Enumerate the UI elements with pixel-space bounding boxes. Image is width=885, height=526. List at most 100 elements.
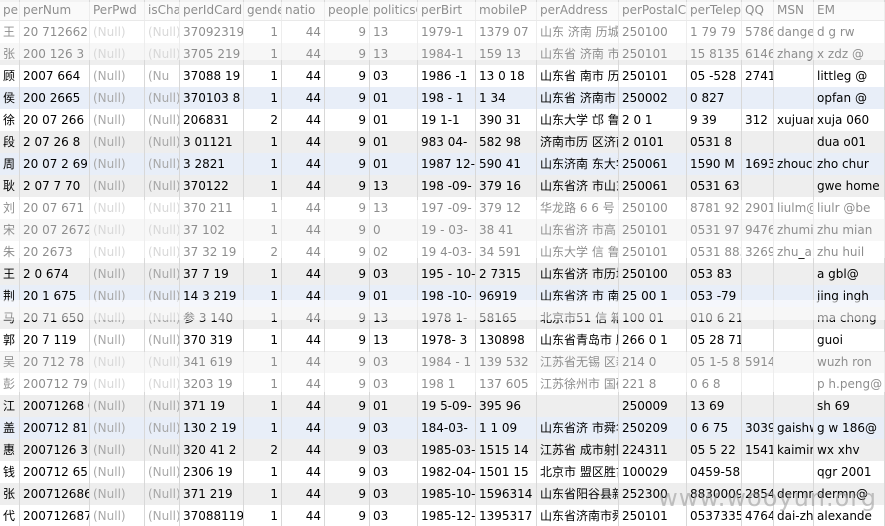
table-cell[interactable]: 江苏省无锡 区新 (537, 351, 619, 373)
table-cell[interactable]: 0 (370, 219, 418, 241)
table-cell[interactable]: 130 2 19 (180, 417, 244, 439)
table-cell[interactable]: 9 (325, 285, 370, 307)
table-cell[interactable]: 山东省阳谷县新华 (537, 483, 619, 505)
table-cell[interactable]: 370103 8 (180, 87, 244, 109)
table-cell[interactable] (742, 285, 774, 307)
table-cell[interactable]: (Null) (90, 439, 145, 461)
table-cell[interactable]: 44 (282, 175, 325, 197)
table-cell[interactable]: xujuan (774, 109, 814, 131)
table-cell[interactable]: 198 -09- (418, 175, 476, 197)
table-cell[interactable]: (Null) (90, 65, 145, 87)
table-row[interactable]: 钱 200712 65 (Null) (Null) 2306 19 1 44 9 03 1982-… (0, 461, 885, 483)
table-cell[interactable]: 1 (244, 131, 282, 153)
table-cell[interactable]: 1 (244, 373, 282, 395)
table-cell[interactable]: 1 (244, 43, 282, 65)
table-cell[interactable]: 1 34 (476, 87, 537, 109)
table-cell[interactable]: (Null) (90, 43, 145, 65)
column-header[interactable]: isCha (145, 0, 180, 20)
table-cell[interactable]: 2901 (742, 197, 774, 219)
table-cell[interactable]: 44 (282, 461, 325, 483)
table-cell[interactable]: (Null) (90, 505, 145, 526)
table-cell[interactable]: 马 (0, 307, 20, 329)
table-cell[interactable]: 44 (282, 417, 325, 439)
table-cell[interactable]: 9 (325, 153, 370, 175)
table-cell[interactable]: 34 591 (476, 241, 537, 263)
table-cell[interactable]: 段 (0, 131, 20, 153)
table-row[interactable]: 侯 200 2665 (Null) (Null) 370103 8 1 44 9 01 198 -… (0, 87, 885, 109)
table-cell[interactable]: 9 (325, 21, 370, 43)
table-cell[interactable]: d g rw (814, 21, 885, 43)
table-cell[interactable]: 20 1 675 (20, 285, 90, 307)
table-cell[interactable]: 13 (370, 43, 418, 65)
column-header[interactable]: perTelep (687, 0, 742, 20)
table-cell[interactable]: 1 (244, 21, 282, 43)
table-cell[interactable]: 053 -79 (687, 285, 742, 307)
table-cell[interactable]: 05 28 71 (687, 329, 742, 351)
table-cell[interactable] (774, 87, 814, 109)
table-cell[interactable]: (Null) (90, 21, 145, 43)
table-cell[interactable]: (Null) (90, 307, 145, 329)
table-cell[interactable] (774, 285, 814, 307)
table-cell[interactable]: 13 (370, 21, 418, 43)
table-cell[interactable]: 250101 (619, 219, 687, 241)
table-cell[interactable]: 0531 63 (687, 175, 742, 197)
table-cell[interactable]: 01 (370, 153, 418, 175)
table-cell[interactable]: 184-03- (418, 417, 476, 439)
table-cell[interactable]: 44 (282, 109, 325, 131)
table-cell[interactable]: 9 39 (687, 109, 742, 131)
table-cell[interactable]: gwe home (814, 175, 885, 197)
table-cell[interactable]: dua o01 (814, 131, 885, 153)
table-cell[interactable]: 44 (282, 483, 325, 505)
column-header[interactable]: peopleI (325, 0, 370, 20)
table-row[interactable]: 荆 20 1 675 (Null) (Null) 14 3 219 1 44 9 01 198 -… (0, 285, 885, 307)
table-row[interactable]: 张 200 126 3 (Null) (Null) 3705 219 1 44 9 13 1984… (0, 43, 885, 65)
table-cell[interactable] (774, 175, 814, 197)
table-cell[interactable]: 01 (370, 109, 418, 131)
table-cell[interactable]: 197 -09- (418, 197, 476, 219)
table-row[interactable]: 耿2 07 7 70 (Null) (Null) 370122 1 44 9 13 198 -0… (0, 175, 885, 197)
table-cell[interactable]: x zdz @ (814, 43, 885, 65)
table-cell[interactable] (774, 373, 814, 395)
table-cell[interactable]: 2306 19 (180, 461, 244, 483)
column-header[interactable]: perPostalC (619, 0, 687, 20)
table-cell[interactable]: (Null) (90, 395, 145, 417)
table-cell[interactable]: 1 (244, 417, 282, 439)
table-cell[interactable]: 北京市51 信 箱 (537, 307, 619, 329)
table-cell[interactable]: 01 (370, 395, 418, 417)
table-cell[interactable]: 139 532 (476, 351, 537, 373)
table-cell[interactable]: 15 8135 (687, 43, 742, 65)
table-cell[interactable]: 9 (325, 241, 370, 263)
table-cell[interactable]: 9 (325, 43, 370, 65)
table-cell[interactable]: 20071268 0 (20, 395, 90, 417)
table-cell[interactable]: (Null) (145, 483, 180, 505)
table-cell[interactable]: 05 -528 (687, 65, 742, 87)
table-row[interactable]: 宋 20 07 2672 (Null) (Null) 37 102 1 44 9 0 19 - 0… (0, 219, 885, 241)
table-cell[interactable]: (Null) (145, 285, 180, 307)
table-cell[interactable]: 山东省济 市 南 (537, 285, 619, 307)
table-cell[interactable]: 1501 15 (476, 461, 537, 483)
table-row[interactable]: 朱 20 2673 (Null) (Null) 37 32 19 2 44 9 02 19 4-0… (0, 241, 885, 263)
table-cell[interactable]: 彭 (0, 373, 20, 395)
table-cell[interactable]: 1 (244, 285, 282, 307)
table-cell[interactable]: 37088 19 (180, 65, 244, 87)
column-header[interactable]: natio (282, 0, 325, 20)
table-cell[interactable]: 1693 (742, 153, 774, 175)
table-cell[interactable]: 14 3 219 (180, 285, 244, 307)
table-cell[interactable]: 顾 (0, 65, 20, 87)
table-row[interactable]: 刘 20 07 671 (Null) (Null) 370 211 1 44 9 13 197 -… (0, 197, 885, 219)
table-cell[interactable]: 2007 664 (20, 65, 90, 87)
table-cell[interactable]: (Null) (145, 263, 180, 285)
table-cell[interactable]: 9 (325, 395, 370, 417)
table-cell[interactable]: 02 (370, 241, 418, 263)
table-cell[interactable]: 9 (325, 483, 370, 505)
table-cell[interactable]: 2741 (742, 65, 774, 87)
table-row[interactable]: 段2 07 26 8 (Null) (Null) 3 01121 1 44 9 01 983 0… (0, 131, 885, 153)
table-cell[interactable]: 44 (282, 395, 325, 417)
table-cell[interactable]: 19 1-1 (418, 109, 476, 131)
table-cell[interactable]: 2 0 674 (20, 263, 90, 285)
table-row[interactable]: 马 20 71 650 (Null) (Null) 参 3 140 1 44 9 13 1978 … (0, 307, 885, 329)
table-cell[interactable]: sh 69 (814, 395, 885, 417)
table-row[interactable]: 王2 0 674 (Null) (Null) 37 7 19 1 44 9 03 195 - 1… (0, 263, 885, 285)
column-header[interactable]: perBirt (418, 0, 476, 20)
column-header[interactable]: PerPwd (90, 0, 145, 20)
